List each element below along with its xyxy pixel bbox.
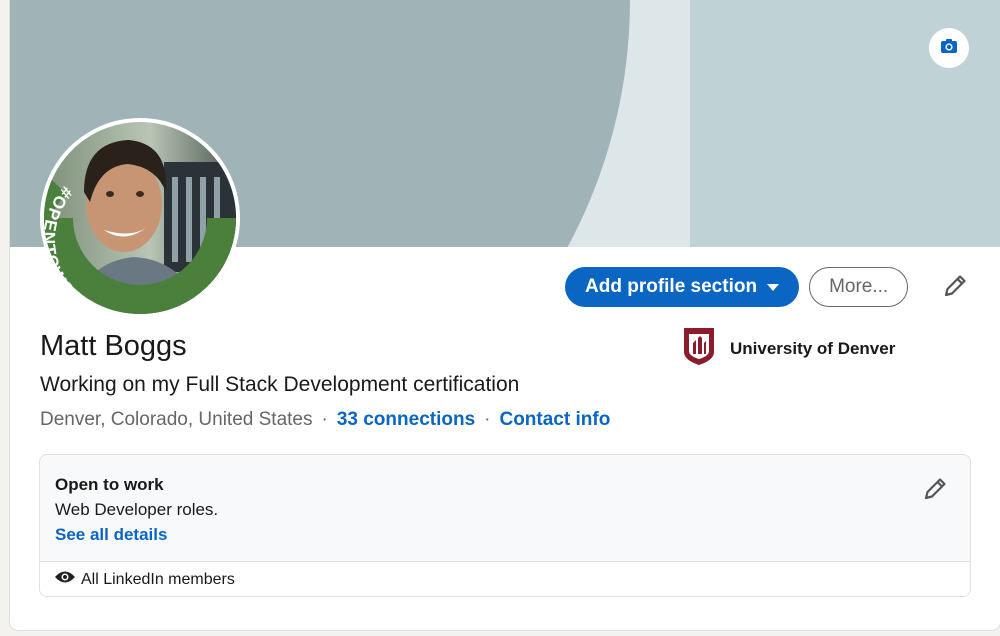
- see-all-details-link[interactable]: See all details: [55, 525, 167, 545]
- open-to-work-summary: Open to work Web Developer roles. See al…: [40, 455, 970, 561]
- connections-link[interactable]: 33 connections: [337, 409, 475, 430]
- edit-intro-button[interactable]: [938, 271, 972, 305]
- eye-icon: [55, 570, 75, 589]
- separator: ·: [484, 409, 491, 430]
- add-profile-section-label: Add profile section: [585, 276, 758, 297]
- university-logo: [682, 326, 716, 371]
- edit-banner-button[interactable]: [929, 28, 969, 68]
- visibility-row: All LinkedIn members: [55, 570, 235, 589]
- add-profile-section-button[interactable]: Add profile section: [565, 267, 800, 307]
- caret-down-icon: [767, 276, 780, 298]
- open-to-work-description: Web Developer roles.: [55, 500, 219, 519]
- edit-open-to-work-button[interactable]: [920, 476, 950, 506]
- camera-icon: [940, 38, 958, 59]
- profile-meta: Denver, Colorado, United States · 33 conne…: [40, 409, 610, 431]
- profile-name: Matt Boggs: [40, 330, 187, 362]
- profile-actions: Add profile section More...: [565, 267, 909, 307]
- pencil-icon: [922, 476, 948, 507]
- more-button[interactable]: More...: [809, 267, 909, 307]
- separator: ·: [321, 409, 328, 430]
- open-to-work-title: Open to work: [55, 475, 164, 494]
- visibility-label: All LinkedIn members: [81, 570, 235, 588]
- open-to-work-card: Open to work Web Developer roles. See al…: [39, 454, 971, 597]
- open-to-work-visibility: All LinkedIn members: [40, 561, 970, 596]
- profile-card: #OPENTOWORK Add profile section More... …: [10, 0, 1000, 630]
- education-item[interactable]: University of Denver: [682, 326, 895, 371]
- profile-location: Denver, Colorado, United States: [40, 409, 313, 430]
- profile-headline: Working on my Full Stack Development cer…: [40, 373, 520, 396]
- avatar: #OPENTOWORK: [44, 122, 236, 314]
- contact-info-link[interactable]: Contact info: [499, 409, 610, 430]
- profile-photo[interactable]: #OPENTOWORK: [40, 118, 240, 318]
- university-name: University of Denver: [730, 338, 896, 358]
- pencil-icon: [942, 273, 968, 304]
